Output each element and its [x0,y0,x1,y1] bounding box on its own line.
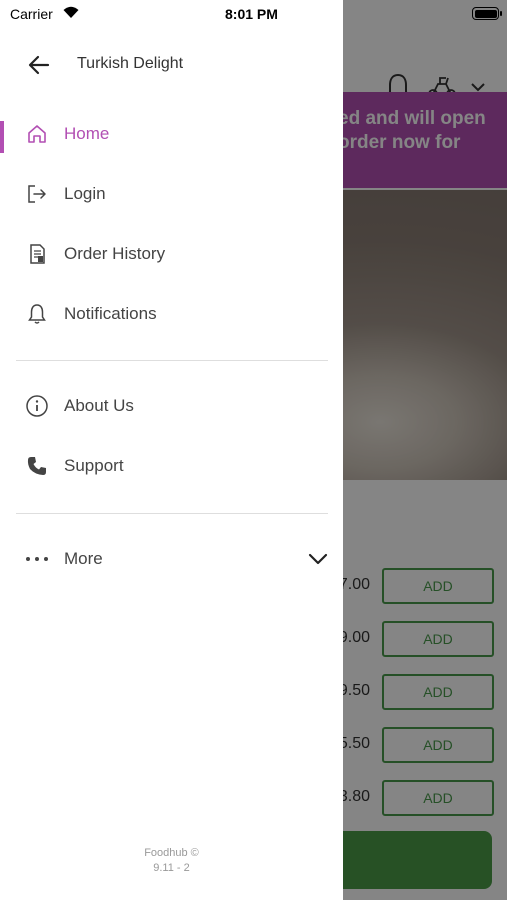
navigation-drawer: Turkish Delight Home Login Order History… [0,0,343,900]
section-divider [16,360,328,361]
receipt-icon [24,241,50,267]
store-name: Turkish Delight [77,55,184,72]
app-version: 9.11 - 2 [153,862,190,874]
bell-icon [24,301,50,327]
drawer-footer: Foodhub © 9.11 - 2 [0,846,343,876]
menu-item-order-history[interactable]: Order History [0,230,343,278]
carrier-label: Carrier [10,6,53,22]
ellipsis-icon [24,546,50,572]
menu-item-home[interactable]: Home [0,110,343,158]
menu-item-label: About Us [64,396,134,415]
menu-item-label: Home [64,124,110,143]
menu-item-label: Order History [64,244,166,263]
drawer-header: Turkish Delight [0,28,343,92]
menu-item-label: Support [64,456,124,475]
menu-item-support[interactable]: Support [0,442,343,490]
info-icon [24,393,50,419]
menu-item-notifications[interactable]: Notifications [0,290,343,338]
battery-icon [472,7,502,20]
section-divider [16,513,328,514]
status-time: 8:01 PM [225,6,278,22]
login-icon [24,181,50,207]
menu-item-label: Login [64,184,106,203]
menu-item-label: More [64,549,103,568]
menu-item-more[interactable]: More [0,535,343,583]
arrow-left-icon [28,55,50,75]
active-indicator [0,121,4,153]
status-bar: Carrier 8:01 PM [0,0,507,28]
home-icon [24,121,50,147]
phone-icon [24,453,50,479]
menu-item-about-us[interactable]: About Us [0,382,343,430]
menu-item-login[interactable]: Login [0,170,343,218]
chevron-down-icon[interactable] [305,546,331,572]
menu-item-label: Notifications [64,304,157,323]
back-button[interactable] [22,48,56,82]
wifi-icon [63,6,79,18]
footer-brand: Foodhub © [144,847,199,859]
